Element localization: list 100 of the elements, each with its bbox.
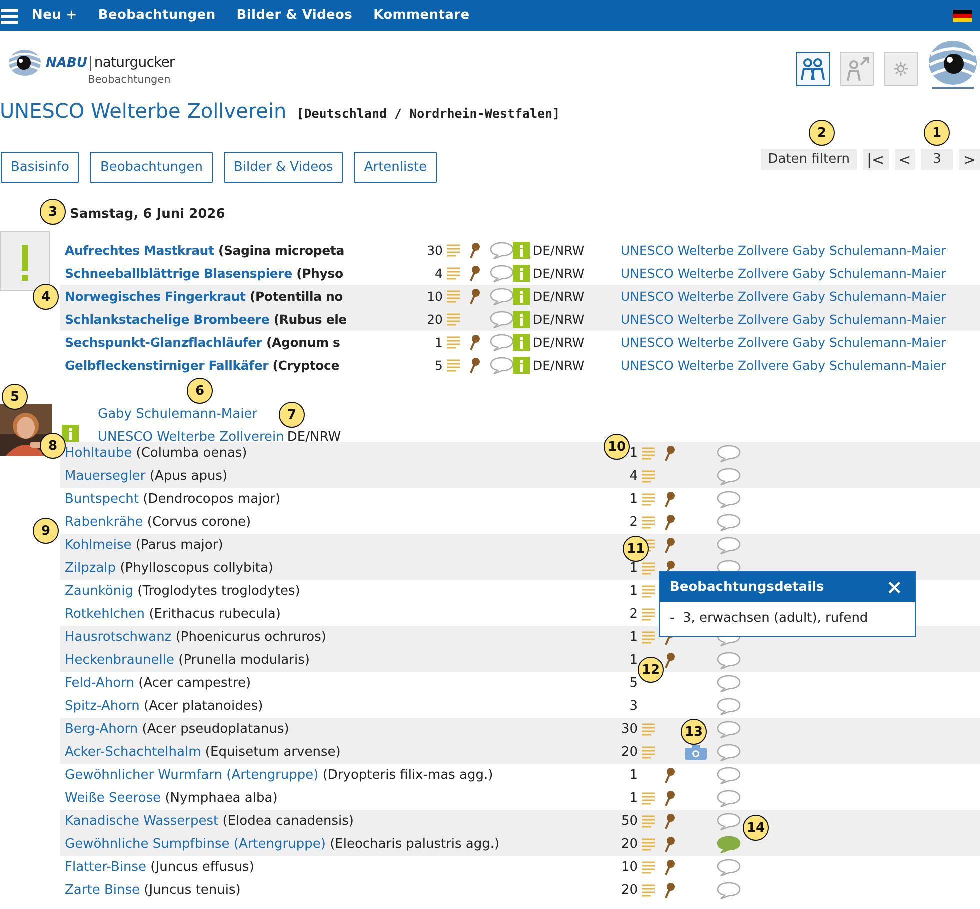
location-link[interactable]: UNESCO Welterbe Zollvere — [621, 289, 789, 304]
pin-icon[interactable] — [664, 768, 675, 784]
info-icon[interactable] — [513, 334, 530, 351]
observer-link[interactable]: Gaby Schulemann-Maier — [792, 335, 946, 350]
species-link[interactable]: Aufrechtes Mastkraut — [65, 243, 214, 258]
count-text: 5 — [434, 358, 443, 373]
info-icon[interactable] — [513, 265, 530, 282]
scientific-name: (Nymphaea alba) — [165, 791, 278, 806]
pin-icon[interactable] — [664, 538, 675, 554]
pin-icon[interactable] — [469, 266, 480, 282]
species-link[interactable]: Rabenkrähe — [65, 515, 144, 530]
menu-item[interactable]: Beobachtungen — [98, 8, 216, 23]
species-link[interactable]: Gewöhnlicher Wurmfarn (Artengruppe) — [65, 768, 319, 783]
location-link[interactable]: UNESCO Welterbe Zollvere — [621, 266, 789, 281]
species-link[interactable]: Buntspecht — [65, 492, 140, 507]
info-icon[interactable] — [513, 288, 530, 305]
species-link[interactable]: Schlankstachelige Brombeere — [65, 312, 270, 327]
pager-button[interactable]: < — [894, 149, 916, 170]
count-text: 4 — [630, 469, 638, 484]
site-subtitle: Beobachtungen — [88, 74, 172, 86]
close-button[interactable]: × — [884, 575, 905, 599]
location-link[interactable]: UNESCO Welterbe Zollvere — [621, 243, 789, 258]
species-link[interactable]: Mauersegler — [65, 469, 146, 484]
location-link[interactable]: UNESCO Welterbe Zollverein — [98, 430, 284, 445]
menu-item[interactable]: Kommentare — [374, 8, 470, 23]
camera-icon[interactable] — [685, 745, 707, 760]
observer-link[interactable]: Gaby Schulemann-Maier — [792, 243, 946, 258]
pin-icon[interactable] — [469, 334, 480, 350]
region-label: [Deutschland / Nordrhein-Westfalen] — [296, 106, 560, 121]
pager-button[interactable]: |< — [862, 149, 889, 170]
tab[interactable]: Artenliste — [354, 152, 437, 183]
location-link[interactable]: UNESCO Welterbe Zollvere — [621, 358, 789, 373]
species-link[interactable]: Norwegisches Fingerkraut — [65, 289, 246, 304]
species-link[interactable]: Zaunkönig — [65, 584, 134, 599]
species-link[interactable]: Hausrotschwanz — [65, 630, 172, 645]
info-icon[interactable] — [62, 425, 79, 442]
species-link[interactable]: Schneeballblättrige Blasenspiere — [65, 266, 292, 281]
pin-icon[interactable] — [469, 358, 480, 374]
count-text: 5 — [630, 676, 638, 691]
pin-icon[interactable] — [469, 242, 480, 258]
species-link[interactable]: Kohlmeise — [65, 538, 132, 553]
pin-icon[interactable] — [664, 514, 675, 530]
pin-icon[interactable] — [664, 446, 675, 462]
observer-link[interactable]: Gaby Schulemann-Maier — [792, 266, 946, 281]
pin-icon[interactable] — [664, 860, 675, 876]
location-link[interactable]: UNESCO Welterbe Zollvere — [621, 335, 789, 350]
species-link[interactable]: Hohltaube — [65, 446, 132, 461]
species-link[interactable]: Zilpzalp — [65, 561, 116, 576]
tab[interactable]: Basisinfo — [1, 152, 80, 183]
observer-link[interactable]: Gaby Schulemann-Maier — [98, 407, 258, 422]
species-link[interactable]: Feld-Ahorn — [65, 676, 134, 691]
species-link[interactable]: Rotkehlchen — [65, 607, 146, 622]
menu-icon[interactable] — [1, 8, 18, 24]
region-text: DE/NRW — [287, 430, 342, 445]
pager-button[interactable]: > — [959, 149, 980, 170]
scientific-name: (Dryopteris filix-mas agg.) — [322, 768, 494, 783]
observer-link[interactable]: Gaby Schulemann-Maier — [792, 312, 946, 327]
brand-name: NABU — [46, 56, 92, 70]
people-icon — [800, 56, 826, 82]
menu-item[interactable]: Neu + — [32, 8, 78, 23]
callout-badge: 4 — [33, 284, 59, 310]
people-button[interactable] — [796, 52, 830, 86]
species-link[interactable]: Weiße Seerose — [65, 791, 162, 806]
scientific-name: (Rubus ele — [274, 312, 347, 327]
info-icon[interactable] — [513, 242, 530, 259]
pin-icon[interactable] — [664, 836, 675, 852]
species-link[interactable]: Heckenbraunelle — [65, 653, 174, 668]
share-button[interactable] — [840, 52, 874, 86]
page-title[interactable]: UNESCO Welterbe Zollverein — [0, 99, 287, 123]
species-link[interactable]: Flatter-Binse — [65, 860, 147, 875]
scientific-name: (Parus major) — [136, 538, 224, 553]
tab[interactable]: Bilder & Videos — [224, 152, 344, 183]
species-link[interactable]: Gewöhnliche Sumpfbinse (Artengruppe) — [65, 837, 326, 852]
pin-icon[interactable] — [664, 652, 675, 668]
pager-button[interactable]: 3 — [921, 149, 954, 170]
observer-link[interactable]: Gaby Schulemann-Maier — [792, 289, 946, 304]
species-link[interactable]: Acker-Schachtelhalm — [65, 745, 202, 760]
settings-button[interactable] — [884, 52, 918, 86]
popup-title: Beobachtungsdetails — [670, 580, 826, 594]
pin-icon[interactable] — [664, 814, 675, 830]
location-link[interactable]: UNESCO Welterbe Zollvere — [621, 312, 789, 327]
species-link[interactable]: Sechspunkt-Glanzflachläufer — [65, 335, 262, 350]
info-icon[interactable] — [513, 357, 530, 374]
species-link[interactable]: Kanadische Wasserpest — [65, 814, 219, 829]
pin-icon[interactable] — [664, 882, 675, 898]
flag-icon[interactable] — [953, 10, 972, 22]
menu-item[interactable]: Bilder & Videos — [236, 8, 353, 23]
pin-icon[interactable] — [664, 492, 675, 508]
pin-icon[interactable] — [664, 790, 675, 806]
species-link[interactable]: Zarte Binse — [65, 883, 140, 898]
tab[interactable]: Beobachtungen — [90, 152, 213, 183]
species-link[interactable]: Berg-Ahorn — [65, 722, 138, 737]
species-link[interactable]: Gelbfleckenstirniger Fallkäfer — [65, 358, 269, 373]
scientific-name: (Juncus effusus) — [150, 860, 254, 875]
species-link[interactable]: Spitz-Ahorn — [65, 699, 140, 714]
pin-icon[interactable] — [469, 288, 480, 304]
callout-badge: 9 — [33, 518, 59, 544]
info-icon[interactable] — [513, 311, 530, 328]
filter-button[interactable]: Daten filtern — [761, 149, 857, 170]
observer-link[interactable]: Gaby Schulemann-Maier — [792, 358, 946, 373]
